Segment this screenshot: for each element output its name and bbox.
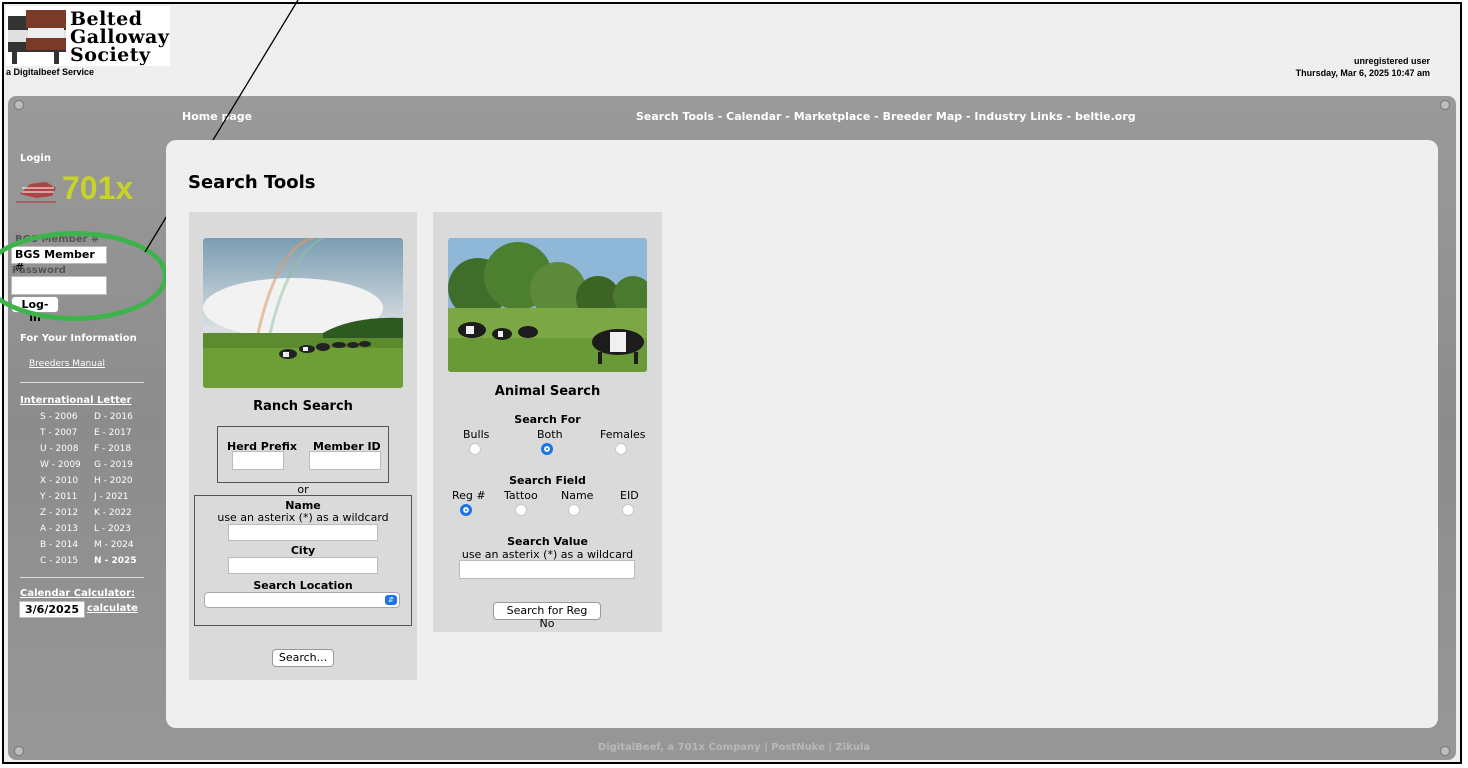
letter-cell: J - 2021 (94, 492, 129, 502)
intl-letter-heading[interactable]: International Letter (20, 395, 131, 406)
calendar-calculator-heading[interactable]: Calendar Calculator: (20, 588, 135, 599)
animal-search-card: Animal Search Search For Bulls Both Fema… (433, 212, 662, 632)
letter-cell: Z - 2012 (40, 508, 79, 518)
letter-row: T - 2007 E - 2017 (20, 425, 144, 441)
search-value-input[interactable] (459, 560, 635, 579)
herd-prefix-input[interactable] (232, 451, 284, 470)
search-field-label: Search Field (509, 474, 586, 487)
divider (20, 577, 144, 578)
footer: DigitalBeef, a 701x Company | PostNuke |… (0, 742, 1468, 753)
reg-label: Reg # (452, 489, 486, 502)
rainbow-pasture-image (203, 238, 403, 388)
ranch-search-card: Ranch Search Herd Prefix Member ID or Na… (189, 212, 417, 680)
bulls-radio[interactable] (469, 443, 481, 455)
letter-cell: T - 2007 (40, 428, 78, 438)
letter-cell: U - 2008 (40, 444, 79, 454)
letter-cell: A - 2013 (40, 524, 79, 534)
letter-cell: F - 2018 (94, 444, 132, 454)
letter-table: S - 2006 D - 2016 T - 2007 E - 2017 U - 20… (20, 409, 144, 569)
bulls-label: Bulls (463, 428, 490, 441)
search-location-label: Search Location (253, 579, 353, 592)
letter-cell: W - 2009 (40, 460, 81, 470)
letter-cell: M - 2024 (94, 540, 134, 550)
letter-cell: H - 2020 (94, 476, 133, 486)
belted-cattle-image (448, 238, 647, 372)
letter-cell: B - 2014 (40, 540, 79, 550)
calculate-link[interactable]: calculate (87, 603, 138, 614)
nav-separator: - (1066, 110, 1072, 123)
letter-row: Z - 2012 K - 2022 (20, 505, 144, 521)
letter-cell: C - 2015 (40, 556, 79, 566)
nav-marketplace[interactable]: Marketplace (794, 110, 871, 123)
chevron-updown-icon: ⇵ (385, 595, 397, 605)
breeders-manual-link[interactable]: Breeders Manual (29, 359, 105, 369)
animal-photo (448, 238, 647, 372)
females-radio[interactable] (615, 443, 627, 455)
eid-radio[interactable] (622, 504, 634, 516)
user-status: unregistered user (1353, 56, 1430, 66)
wildcard-hint: use an asterix (*) as a wildcard (217, 511, 389, 524)
info-heading: For Your Information (20, 333, 137, 344)
letter-cell: L - 2023 (94, 524, 131, 534)
ranch-photo (203, 238, 403, 388)
page-title: Search Tools (188, 172, 316, 193)
calculator-date-input[interactable]: 3/6/2025 (19, 601, 85, 618)
search-location-select[interactable]: ⇵ (204, 592, 400, 608)
animal-search-heading: Animal Search (494, 384, 601, 399)
nav-breeder-map[interactable]: Breeder Map (883, 110, 963, 123)
ranch-search-button[interactable]: Search... (272, 649, 334, 667)
search-for-label: Search For (514, 413, 581, 426)
letter-row: X - 2010 H - 2020 (20, 473, 144, 489)
name-option-label: Name (561, 489, 594, 502)
letter-cell: E - 2017 (94, 428, 132, 438)
footer-separator: | (828, 742, 832, 753)
letter-row: B - 2014 M - 2024 (20, 537, 144, 553)
current-datetime: Thursday, Mar 6, 2025 10:47 am (1295, 68, 1430, 78)
nav-calendar[interactable]: Calendar (726, 110, 781, 123)
city-input[interactable] (228, 557, 378, 574)
letter-row: S - 2006 D - 2016 (20, 409, 144, 425)
tattoo-radio[interactable] (515, 504, 527, 516)
footer-separator: | (764, 742, 768, 753)
both-label: Both (537, 428, 563, 441)
letter-cell: K - 2022 (94, 508, 132, 518)
footer-zikula-link[interactable]: Zikula (835, 742, 870, 753)
letter-row: U - 2008 F - 2018 (20, 441, 144, 457)
letter-row: A - 2013 L - 2023 (20, 521, 144, 537)
footer-digitalbeef-link[interactable]: DigitalBeef, a 701x Company (598, 742, 761, 753)
nav-search-tools[interactable]: Search Tools (636, 110, 714, 123)
search-reg-no-button[interactable]: Search for Reg No (493, 602, 601, 630)
letter-row: C - 2015 N - 2025 (20, 553, 144, 569)
letter-row: W - 2009 G - 2019 (20, 457, 144, 473)
name-input[interactable] (228, 524, 378, 541)
nav-industry-links[interactable]: Industry Links (974, 110, 1062, 123)
eid-label: EID (620, 489, 639, 502)
letter-cell: Y - 2011 (40, 492, 78, 502)
city-label: City (290, 544, 316, 557)
top-nav: Search Tools - Calendar - Marketplace - … (636, 110, 1136, 123)
letter-row: Y - 2011 J - 2021 (20, 489, 144, 505)
letter-cell: D - 2016 (94, 412, 133, 422)
member-id-input[interactable] (309, 451, 381, 470)
nav-beltie-org[interactable]: beltie.org (1075, 110, 1136, 123)
footer-postnuke-link[interactable]: PostNuke (771, 742, 825, 753)
name-radio[interactable] (568, 504, 580, 516)
user-info: unregistered user Thursday, Mar 6, 2025 … (1296, 55, 1430, 79)
divider (20, 382, 144, 383)
screw-icon (1440, 100, 1450, 110)
nav-separator: - (717, 110, 723, 123)
nav-separator: - (965, 110, 971, 123)
both-radio[interactable] (541, 443, 553, 455)
letter-cell: G - 2019 (94, 460, 133, 470)
ranch-search-heading: Ranch Search (253, 399, 353, 414)
letter-cell-current: N - 2025 (94, 556, 137, 566)
nav-separator: - (874, 110, 879, 123)
letter-cell: X - 2010 (40, 476, 79, 486)
reg-radio[interactable] (460, 504, 472, 516)
search-value-label: Search Value (507, 535, 588, 548)
nav-separator: - (785, 110, 790, 123)
females-label: Females (600, 428, 646, 441)
letter-cell: S - 2006 (40, 412, 78, 422)
tattoo-label: Tattoo (504, 489, 538, 502)
